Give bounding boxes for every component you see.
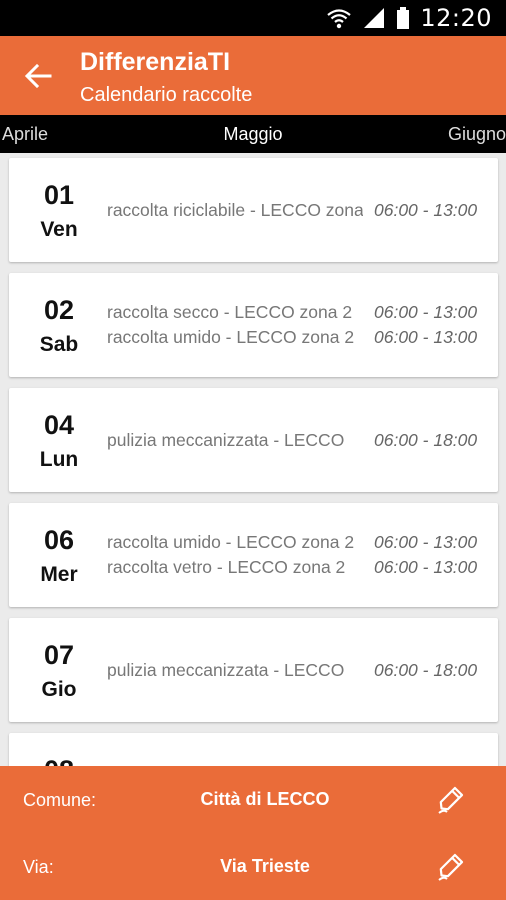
app-title: DifferenziaTI (80, 48, 231, 76)
event-time: 06:00 - 13:00 (374, 302, 478, 322)
via-value: Via Trieste (220, 856, 310, 876)
day-of-week: Gio (41, 678, 77, 701)
day-card[interactable]: 01 Ven raccolta riciclabile - LECCO zona… (9, 158, 498, 262)
event-row: raccolta secco - LECCO zona 2 06:00 - 13… (107, 302, 495, 323)
event-row: pulizia meccanizzata - LECCO 06:00 - 18:… (107, 430, 495, 451)
day-card[interactable]: 06 Mer raccolta umido - LECCO zona 2 06:… (9, 503, 498, 607)
day-card[interactable]: 04 Lun pulizia meccanizzata - LECCO 06:0… (9, 388, 498, 492)
event-time: 06:00 - 13:00 (374, 557, 478, 577)
event-row: pulizia meccanizzata - LECCO 06:00 - 18:… (107, 660, 495, 681)
wifi-icon (327, 9, 352, 29)
event-row: raccolta riciclabile - LECCO zona 2 06:0… (107, 200, 495, 221)
day-number: 07 (43, 640, 75, 670)
edit-pencil-icon[interactable] (432, 782, 468, 818)
day-card[interactable]: 02 Sab raccolta secco - LECCO zona 2 06:… (9, 273, 498, 377)
arrow-left-icon[interactable] (24, 62, 52, 90)
tab-current-month[interactable]: Maggio (0, 124, 506, 145)
day-number: 06 (43, 525, 75, 555)
comune-label: Comune: (23, 790, 97, 810)
day-list[interactable]: 01 Ven raccolta riciclabile - LECCO zona… (0, 153, 506, 766)
day-of-week: Sab (39, 333, 79, 356)
event-time: 06:00 - 18:00 (374, 429, 478, 450)
day-of-week: Lun (39, 448, 79, 471)
comune-row: Comune: Città di LECCO (0, 766, 506, 833)
event-time: 06:00 - 13:00 (374, 532, 478, 552)
status-bar: 12:20 (0, 0, 506, 36)
day-card[interactable]: 08 (9, 733, 498, 766)
event-description: raccolta umido - LECCO zona 2 (107, 327, 355, 347)
event-time: 06:00 - 13:00 (374, 327, 478, 347)
event-description: pulizia meccanizzata - LECCO (107, 429, 345, 450)
event-row: raccolta umido - LECCO zona 2 06:00 - 13… (107, 532, 495, 553)
day-of-week: Ven (40, 218, 78, 241)
day-card[interactable]: 07 Gio pulizia meccanizzata - LECCO 06:0… (9, 618, 498, 722)
tab-next-month[interactable]: Giugno (448, 124, 506, 145)
app-bar: DifferenziaTI Calendario raccolte (0, 36, 506, 115)
event-description: pulizia meccanizzata - LECCO (107, 659, 345, 680)
event-row: raccolta umido - LECCO zona 2 06:00 - 13… (107, 327, 495, 348)
event-description: raccolta riciclabile - LECCO zona 2 (107, 199, 363, 220)
event-description: raccolta secco - LECCO zona 2 (107, 302, 353, 322)
status-time: 12:20 (420, 4, 492, 32)
app-subtitle: Calendario raccolte (80, 84, 253, 106)
day-number: 02 (43, 295, 75, 325)
day-of-week: Mer (40, 563, 78, 586)
battery-icon (397, 7, 410, 29)
signal-icon (364, 8, 385, 28)
event-description: raccolta vetro - LECCO zona 2 (107, 557, 346, 577)
edit-pencil-icon[interactable] (432, 849, 468, 885)
event-time: 06:00 - 13:00 (374, 199, 478, 220)
via-label: Via: (23, 857, 54, 877)
day-number: 01 (43, 180, 75, 210)
event-time: 06:00 - 18:00 (374, 659, 478, 680)
location-footer: Comune: Città di LECCO Via: Via Trieste (0, 766, 506, 900)
event-row: raccolta vetro - LECCO zona 2 06:00 - 13… (107, 557, 495, 578)
event-description: raccolta umido - LECCO zona 2 (107, 532, 355, 552)
day-number: 04 (43, 410, 75, 440)
month-tabs: Aprile Maggio Giugno (0, 115, 506, 153)
comune-value: Città di LECCO (200, 789, 330, 809)
via-row: Via: Via Trieste (0, 833, 506, 900)
day-number: 08 (9, 755, 109, 766)
